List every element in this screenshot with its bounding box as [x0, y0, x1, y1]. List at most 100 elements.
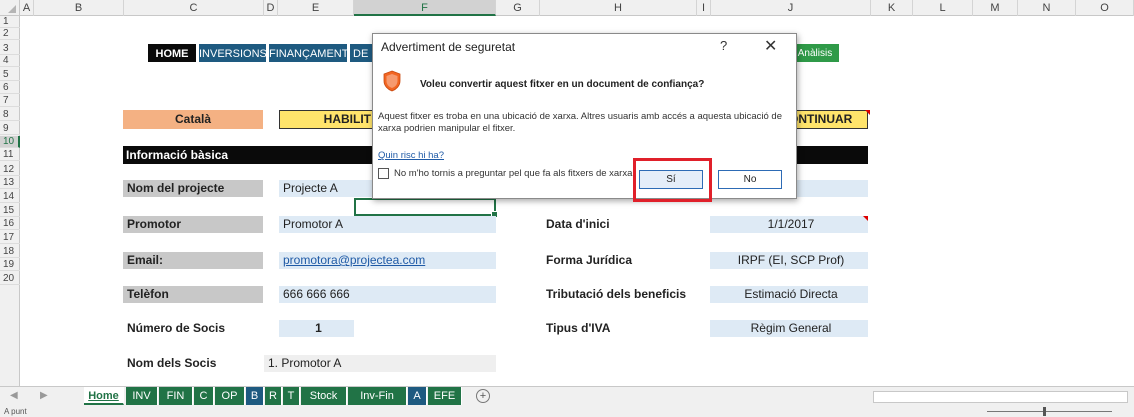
column-header: A B C D E F G H I J K L M N O [0, 0, 1134, 16]
col-header-l[interactable]: L [913, 0, 973, 16]
col-header-j[interactable]: J [711, 0, 871, 16]
help-button[interactable]: ? [720, 38, 727, 53]
telefon-label: Telèfon [123, 286, 263, 303]
dialog-heading: Voleu convertir aquest fitxer en un docu… [420, 79, 705, 90]
scroll-tabs-right-icon[interactable]: ▶ [40, 390, 48, 401]
row-header-16[interactable]: 16 [0, 218, 20, 230]
comment-indicator [865, 110, 870, 115]
col-header-m[interactable]: M [973, 0, 1018, 16]
zoom-slider[interactable] [987, 407, 1112, 416]
data-inici-value[interactable]: 1/1/2017 [710, 216, 868, 233]
tab-home[interactable]: Home [84, 387, 124, 405]
forma-juridica-label: Forma Jurídica [546, 253, 633, 267]
forma-juridica-value[interactable]: IRPF (EI, SCP Prof) [710, 252, 868, 269]
comment-indicator-2 [863, 216, 868, 221]
col-header-d[interactable]: D [264, 0, 278, 16]
row-header-1[interactable]: 1 [0, 16, 20, 28]
row-header-19[interactable]: 19 [0, 259, 20, 271]
dont-ask-label: No m'ho tornis a preguntar pel que fa al… [394, 168, 633, 179]
row-header-17[interactable]: 17 [0, 232, 20, 244]
tab-inv[interactable]: INV [126, 387, 158, 405]
language-cell[interactable]: Català [123, 110, 263, 129]
nom-projecte-label: Nom del projecte [123, 180, 263, 197]
row-header-20[interactable]: 20 [0, 273, 20, 285]
nav-inversions-button[interactable]: INVERSIONS [198, 43, 267, 63]
row-header-7[interactable]: 7 [0, 95, 20, 107]
nav-analisis-button[interactable]: Anàlisis [790, 43, 840, 63]
selected-cell-f10[interactable] [354, 198, 498, 218]
col-header-h[interactable]: H [540, 0, 697, 16]
row-header-18[interactable]: 18 [0, 246, 20, 258]
tab-stock[interactable]: Stock [301, 387, 347, 405]
row-header-11[interactable]: 11 [0, 149, 20, 161]
email-value[interactable]: promotora@projectea.com [279, 252, 496, 269]
col-header-f[interactable]: F [354, 0, 496, 16]
tab-fin[interactable]: FIN [159, 387, 193, 405]
email-label: Email: [123, 252, 263, 269]
dont-ask-checkbox-row[interactable]: No m'ho tornis a preguntar pel que fa al… [378, 168, 632, 179]
dialog-title: Advertiment de seguretat [381, 40, 516, 54]
col-header-c[interactable]: C [124, 0, 264, 16]
dont-ask-checkbox[interactable] [378, 168, 389, 179]
nav-financament-button[interactable]: FINANÇAMENT [268, 43, 348, 63]
add-sheet-icon[interactable]: + [476, 389, 490, 403]
noms-socis-label: Nom dels Socis [127, 356, 217, 370]
select-all-corner[interactable] [0, 0, 20, 16]
socis-label: Número de Socis [127, 321, 226, 335]
tab-r[interactable]: R [265, 387, 282, 405]
row-header-8[interactable]: 8 [0, 109, 20, 121]
iva-value[interactable]: Règim General [710, 320, 868, 337]
col-header-o[interactable]: O [1076, 0, 1134, 16]
yes-button-highlight [633, 158, 712, 202]
col-header-g[interactable]: G [496, 0, 540, 16]
row-header-9[interactable]: 9 [0, 123, 20, 135]
sheet-tab-bar: ◀ ▶ Home INV FIN C OP B R T Stock Inv-Fi… [0, 386, 1134, 406]
col-header-i[interactable]: I [697, 0, 711, 16]
nav-home-button[interactable]: HOME [147, 43, 197, 63]
no-button[interactable]: No [718, 170, 782, 189]
row-header-13[interactable]: 13 [0, 177, 20, 189]
tab-efe[interactable]: EFE [428, 387, 462, 405]
continuar-button[interactable]: ONTINUAR [786, 110, 868, 129]
risk-info-link[interactable]: Quin risc hi ha? [378, 150, 444, 161]
row-header-6[interactable]: 6 [0, 82, 20, 94]
nav-de-button[interactable]: DE [349, 43, 373, 63]
promotor-value[interactable]: Promotor A [279, 216, 496, 233]
dialog-body-text: Aquest fitxer es troba en una ubicació d… [378, 111, 782, 134]
security-warning-dialog: Advertiment de seguretat ? ✕ Voleu conve… [372, 33, 797, 199]
horizontal-scrollbar[interactable] [873, 391, 1128, 403]
iva-label: Tipus d'IVA [546, 321, 611, 335]
close-button[interactable]: ✕ [764, 36, 777, 56]
row-header-4[interactable]: 4 [0, 55, 20, 67]
socis-value[interactable]: 1 [279, 320, 354, 337]
row-header-15[interactable]: 15 [0, 205, 20, 217]
row-header-12[interactable]: 12 [0, 164, 20, 176]
status-text: A punt [4, 407, 27, 416]
col-header-a[interactable]: A [20, 0, 34, 16]
col-header-n[interactable]: N [1018, 0, 1076, 16]
telefon-value[interactable]: 666 666 666 [279, 286, 496, 303]
col-header-k[interactable]: K [871, 0, 913, 16]
row-header-2[interactable]: 2 [0, 28, 20, 40]
tributacio-label: Tributació dels beneficis [546, 287, 687, 301]
tributacio-value[interactable]: Estimació Directa [710, 286, 868, 303]
row-header-10[interactable]: 10 [0, 136, 20, 148]
tab-inv-fin[interactable]: Inv-Fin [348, 387, 407, 405]
tab-c[interactable]: C [194, 387, 214, 405]
row-header: 1 2 3 4 5 6 7 8 9 10 11 12 13 14 15 16 1… [0, 16, 20, 386]
row-header-5[interactable]: 5 [0, 69, 20, 81]
promotor-label: Promotor [123, 216, 263, 233]
shield-icon [383, 70, 401, 92]
row-header-3[interactable]: 3 [0, 43, 20, 55]
status-bar: A punt [0, 406, 1134, 417]
tab-b[interactable]: B [246, 387, 264, 405]
tab-op[interactable]: OP [215, 387, 245, 405]
col-header-b[interactable]: B [34, 0, 124, 16]
tab-a[interactable]: A [408, 387, 427, 405]
habilitar-button[interactable]: HABILIT [279, 110, 374, 129]
row-header-14[interactable]: 14 [0, 191, 20, 203]
scroll-tabs-left-icon[interactable]: ◀ [10, 390, 18, 401]
tab-t[interactable]: T [283, 387, 300, 405]
col-header-e[interactable]: E [278, 0, 354, 16]
noms-socis-value[interactable]: 1. Promotor A [264, 355, 496, 372]
